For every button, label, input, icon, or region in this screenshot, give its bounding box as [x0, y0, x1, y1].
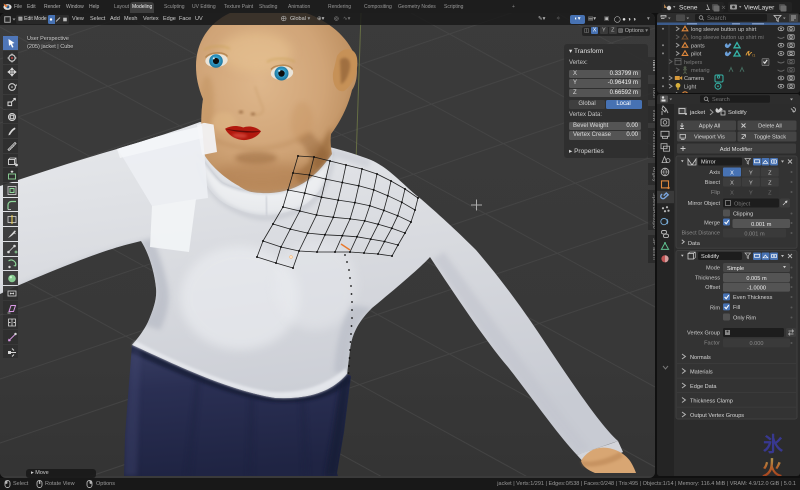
svg-text:Offset: Offset — [705, 285, 720, 291]
svg-text:X: X — [730, 180, 734, 186]
svg-text:Light: Light — [684, 84, 697, 90]
svg-text:Clipping: Clipping — [733, 211, 753, 217]
svg-text:Thickness Clamp: Thickness Clamp — [690, 398, 733, 404]
svg-text:Solidify: Solidify — [701, 254, 719, 260]
svg-text:Object: Object — [734, 201, 751, 207]
svg-text:火: 火 — [762, 457, 783, 476]
svg-text:Scene: Scene — [679, 5, 698, 12]
svg-text:Materials: Materials — [690, 369, 713, 375]
svg-text:Y: Y — [749, 180, 753, 186]
svg-text:Y: Y — [749, 170, 753, 176]
svg-text:Search: Search — [712, 97, 730, 103]
svg-text:Edge Data: Edge Data — [690, 384, 717, 390]
svg-text:0.001 m: 0.001 m — [751, 222, 772, 228]
svg-text:0.000: 0.000 — [750, 341, 764, 347]
svg-text:Thickness: Thickness — [695, 276, 720, 282]
svg-text:jacket: jacket — [689, 110, 706, 116]
svg-text:Add Modifier: Add Modifier — [720, 147, 753, 153]
svg-text:ViewLayer: ViewLayer — [744, 5, 775, 12]
svg-text:Z: Z — [768, 170, 772, 176]
svg-text:Bisect Distance: Bisect Distance — [681, 231, 720, 237]
svg-text:metarig: metarig — [691, 68, 710, 74]
svg-text:Flip: Flip — [711, 190, 720, 196]
svg-text:/1: /1 — [752, 52, 756, 57]
svg-text:Z: Z — [768, 190, 772, 196]
svg-text:long sleeve button up shirt: long sleeve button up shirt — [691, 27, 757, 33]
svg-text:Only Rim: Only Rim — [733, 315, 756, 321]
svg-text:Mode: Mode — [706, 266, 720, 272]
svg-text:-1.0000: -1.0000 — [747, 285, 766, 291]
svg-text:pilot: pilot — [691, 52, 702, 58]
svg-text:Even Thickness: Even Thickness — [733, 295, 773, 301]
svg-text:Toggle Stack: Toggle Stack — [754, 135, 786, 141]
svg-text:Output Vertex Groups: Output Vertex Groups — [690, 413, 744, 419]
svg-text:✕: ✕ — [721, 6, 726, 12]
svg-text:Mirror Object: Mirror Object — [688, 201, 721, 207]
svg-text:Axis: Axis — [709, 170, 720, 176]
svg-text:Bisect: Bisect — [705, 180, 721, 186]
svg-text:Camera: Camera — [684, 76, 705, 82]
svg-text:Factor: Factor — [704, 341, 720, 347]
svg-text:0.005 m: 0.005 m — [746, 276, 767, 282]
svg-text:0.001 m: 0.001 m — [744, 231, 765, 237]
svg-text:Solidify: Solidify — [728, 110, 747, 116]
svg-text:Simple: Simple — [727, 266, 744, 272]
svg-text:Search: Search — [707, 16, 726, 22]
svg-text:X: X — [730, 190, 734, 196]
svg-text:Vertex Group: Vertex Group — [687, 331, 720, 337]
svg-text:Z: Z — [768, 180, 772, 186]
svg-text:氷: 氷 — [763, 433, 784, 456]
svg-text:Delete All: Delete All — [758, 124, 782, 130]
svg-text:Merge: Merge — [704, 221, 720, 227]
svg-text:X: X — [730, 170, 734, 176]
svg-text:helpers: helpers — [684, 60, 703, 66]
svg-text:Normals: Normals — [690, 355, 711, 361]
svg-text:Fill: Fill — [733, 305, 740, 311]
svg-text:Apply All: Apply All — [699, 124, 720, 130]
svg-text:long sleeve button up shirt mi: long sleeve button up shirt mi — [691, 35, 764, 41]
svg-text:Mirror: Mirror — [701, 160, 716, 166]
svg-text:Rim: Rim — [710, 306, 720, 312]
svg-text:pants: pants — [691, 43, 705, 49]
svg-text:Data: Data — [688, 241, 701, 247]
svg-text:Y: Y — [749, 190, 753, 196]
svg-text:Viewport Vis: Viewport Vis — [694, 135, 725, 141]
